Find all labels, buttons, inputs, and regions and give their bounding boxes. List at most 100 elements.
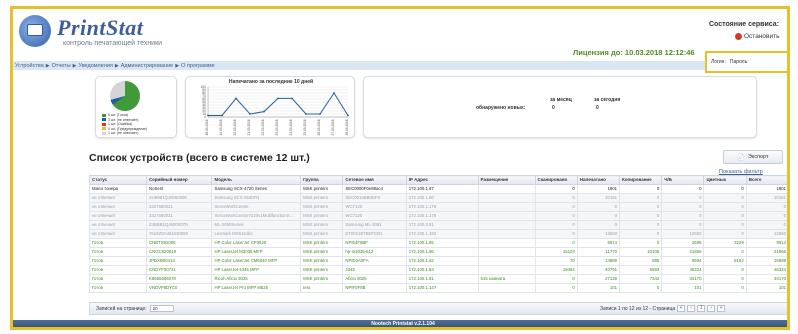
table-row[interactable]: не отвечает 3327680021 XeroxWorkCentre7220… xyxy=(88,210,787,221)
table-cell: MSK printers xyxy=(300,255,344,266)
menu-about[interactable]: О программе xyxy=(181,63,215,69)
table-cell: не отвечает xyxy=(88,201,148,212)
data-point xyxy=(333,92,335,94)
column-header[interactable]: Напечатано xyxy=(576,175,621,185)
column-header[interactable]: IP Адрес xyxy=(405,175,479,185)
table-row[interactable]: Готов CNGC920018 HP LaserJet M3035 MFP MSK … xyxy=(88,246,787,257)
table-cell: не отвечает xyxy=(88,219,148,230)
table-row[interactable]: Готов CNBTS92005 HP Color LaserJet CP3525 M… xyxy=(88,237,787,248)
table-cell: 172.100.1.60 xyxy=(405,192,479,203)
column-header[interactable]: Размещение xyxy=(477,175,536,185)
table-row[interactable]: не отвечает 7619Z8A401630590 Lexmark MX511… xyxy=(88,228,787,239)
table-cell: 34170 xyxy=(661,273,705,284)
per-page-select[interactable]: 20 xyxy=(149,305,174,312)
pager-nav: Записи 1 по 12 из 12 - Страница « ‹ 1 › … xyxy=(600,305,726,312)
table-cell xyxy=(477,219,536,230)
stop-icon xyxy=(735,33,742,40)
table-cell: 0 xyxy=(576,219,621,230)
table-cell: ET0021B7BEFCB1 xyxy=(342,228,407,239)
next-page-icon[interactable]: › xyxy=(707,305,716,312)
table-cell: 14889 xyxy=(576,255,621,266)
page-number[interactable]: 1 xyxy=(697,305,706,312)
table-cell: 5914 xyxy=(576,237,621,248)
column-header[interactable]: Цветных xyxy=(703,175,747,185)
table-cell: 172.100.2.51 xyxy=(405,219,479,230)
last-page-icon[interactable]: » xyxy=(717,305,726,312)
export-label: Экспорт xyxy=(747,154,769,160)
column-header[interactable]: Модель xyxy=(211,175,302,185)
menu-administration[interactable]: Администрирование xyxy=(121,63,173,69)
table-cell: NPIF0F8B xyxy=(342,282,407,293)
table-cell: 0 xyxy=(661,192,705,203)
table-cell: 46324 xyxy=(745,264,787,275)
pie-legend: 5 шт. (Готов) 3 шт. (не отвечает) 1 шт. (О… xyxy=(102,113,176,136)
footer-version: Nootech Printstat v.2.1.104 xyxy=(13,320,787,327)
menu-notifications[interactable]: Уведомления xyxy=(79,63,113,69)
login-field[interactable]: Логин: xyxy=(711,59,726,65)
table-cell: 172.100.1.85 xyxy=(405,237,479,248)
column-header[interactable]: Сетевое имя xyxy=(342,175,407,185)
prev-page-icon[interactable]: ‹ xyxy=(687,305,696,312)
table-cell: 3229 xyxy=(703,237,747,248)
month-label: за месяц xyxy=(550,97,572,103)
table-cell: 0 xyxy=(534,237,578,248)
table-row[interactable]: не отвечает XU8981QJ005000K Samsung SCX-55… xyxy=(88,192,787,203)
table-row[interactable]: не отвечает Z4BBB1QJ600007N ML-3050Series M… xyxy=(88,219,787,230)
pie-legend-item: 1 шт. (не отвечает) xyxy=(102,131,176,136)
table-cell: SEC0015BB0DF0 xyxy=(342,192,407,203)
export-icon: 📄 xyxy=(737,154,745,161)
menu-arrow-icon: ▶ xyxy=(175,62,180,69)
column-header[interactable]: Статус xyxy=(88,175,148,185)
printstat-logo-icon xyxy=(19,15,51,47)
table-row[interactable]: Готов JPDXB00414 HP Color LaserJet CM6040 … xyxy=(88,255,787,266)
table-cell: JPDXB00414 xyxy=(146,255,213,266)
table-cell: 9594 xyxy=(661,255,705,266)
table-cell: 0 xyxy=(745,219,787,230)
table-row[interactable]: не отвечает 3327680021 XeroxWorkCentre MSK … xyxy=(88,201,787,212)
table-row[interactable]: Мало тонера NoSent Samsung SCX-4720 Series… xyxy=(88,183,787,194)
table-cell: 0 xyxy=(661,210,705,221)
column-header[interactable]: Копирование xyxy=(619,175,663,185)
table-cell: test xyxy=(300,282,344,293)
table-cell: VNDVF8DYC0 xyxy=(146,282,213,293)
table-cell xyxy=(477,237,536,248)
table-cell: CNDYF00721 xyxy=(146,264,213,275)
column-header[interactable]: Серийный номер xyxy=(146,175,213,185)
table-cell: 1801 xyxy=(745,183,787,194)
table-row[interactable]: Готов K8665606078 Ricoh Aficio 3025 MSK pri… xyxy=(88,273,787,284)
table-cell: 11770 xyxy=(576,246,621,257)
menu-devices[interactable]: Устройства xyxy=(15,63,44,69)
export-button[interactable]: 📄 Экспорт xyxy=(723,150,783,164)
main-menu: Устройства ▶ Отчеты ▶ Уведомления ▶ Админис… xyxy=(13,61,787,70)
x-tick-label: 27.09.2016 xyxy=(331,119,335,135)
table-cell: Готов xyxy=(88,273,148,284)
table-cell: XeroxWorkCentre xyxy=(211,201,302,212)
table-cell: HP Color LaserJet CP3525 xyxy=(211,237,302,248)
records-range-text: Записи 1 по 12 из 12 - Страница xyxy=(600,305,676,312)
table-row[interactable]: Готов CNDYF00721 HP LaserJet 4345 MFP MSK p… xyxy=(88,264,787,275)
first-page-icon[interactable]: « xyxy=(677,305,686,312)
table-cell: 12660 xyxy=(745,228,787,239)
y-tick-label: 100 xyxy=(200,85,206,89)
table-cell: MSK printers xyxy=(300,246,344,257)
table-cell xyxy=(477,210,536,221)
column-header[interactable]: Сканировано xyxy=(534,175,578,185)
table-cell: 172.100.1.178 xyxy=(405,210,479,221)
table-cell: 172.100.1.147 xyxy=(405,282,479,293)
table-cell: Готов xyxy=(88,255,148,266)
table-cell: 3327680021 xyxy=(146,201,213,212)
column-header[interactable]: Ч/Б xyxy=(661,175,705,185)
menu-reports[interactable]: Отчеты xyxy=(52,63,71,69)
table-cell: SEC0000F0e88ac4 xyxy=(342,183,407,194)
column-header[interactable]: Всего xyxy=(745,175,787,185)
table-cell xyxy=(477,228,536,239)
stop-service-button[interactable]: Остановить xyxy=(735,33,779,40)
column-header[interactable]: Группа xyxy=(300,175,344,185)
x-tick-label: 20.09.2016 xyxy=(233,119,237,135)
device-list-title: Список устройств (всего в системе 12 шт.… xyxy=(89,152,310,164)
table-cell: 12660 xyxy=(576,228,621,239)
table-cell: 172.100.1.86 xyxy=(405,246,479,257)
table-row[interactable]: Готов VNDVF8DYC0 HP LaserJet Pro MFP M525 t… xyxy=(88,282,787,293)
table-cell: Z4BBB1QJ600007N xyxy=(146,219,213,230)
password-field[interactable]: Пароль: xyxy=(730,59,749,65)
